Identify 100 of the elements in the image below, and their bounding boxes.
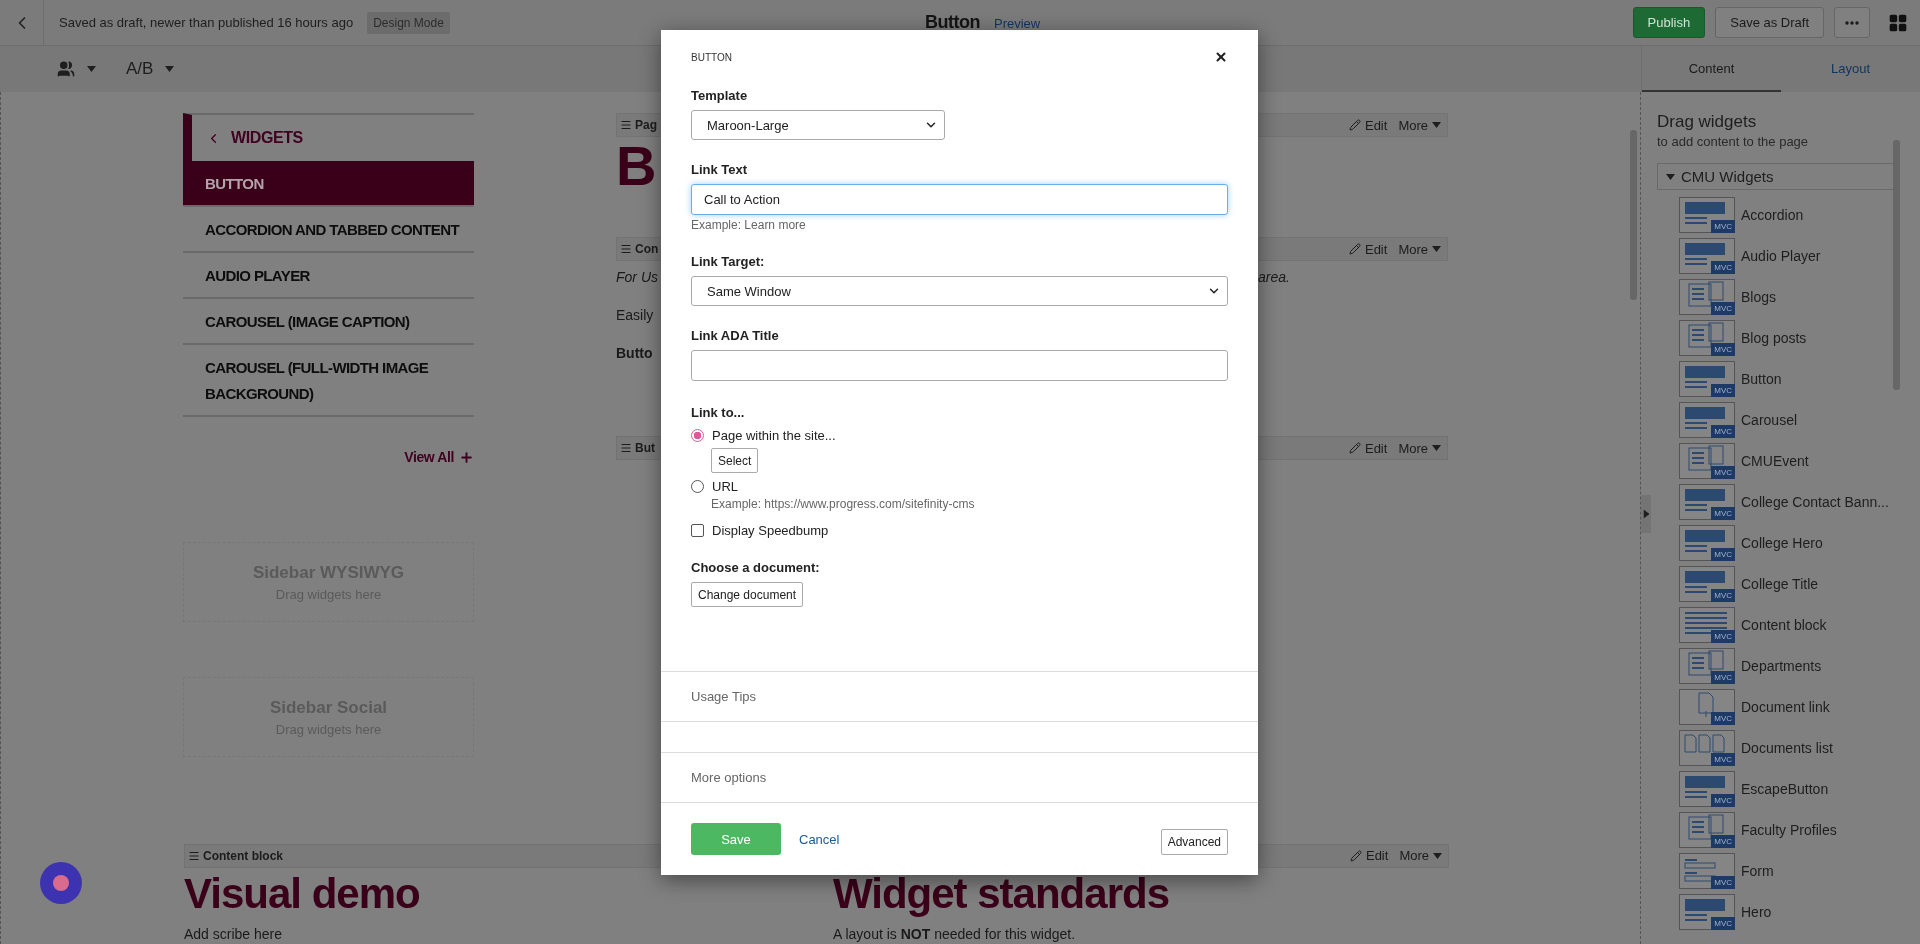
link-text-field[interactable]: Call to Action bbox=[691, 184, 1228, 215]
widget-item[interactable]: Faculty Profiles bbox=[1741, 821, 1837, 838]
save-button[interactable]: Save bbox=[691, 823, 781, 855]
advanced-button[interactable]: Advanced bbox=[1160, 829, 1228, 855]
field-label: Choose a document: bbox=[691, 560, 821, 575]
field-label: Link Target: bbox=[691, 254, 766, 269]
widget-item[interactable]: College Title bbox=[1741, 575, 1819, 592]
body-text: Add scribe here bbox=[184, 926, 283, 942]
collapse-handle[interactable] bbox=[1641, 495, 1651, 533]
publish-button[interactable]: Publish bbox=[1632, 7, 1706, 38]
collapsible-section[interactable]: More options bbox=[661, 752, 1258, 802]
radio-button[interactable] bbox=[691, 429, 704, 442]
nav-item[interactable]: AUDIO PLAYER bbox=[183, 253, 474, 299]
nav-item[interactable]: CAROUSEL (IMAGE CAPTION) bbox=[183, 299, 474, 345]
widget-title: Content block bbox=[203, 848, 283, 863]
pencil-icon bbox=[1348, 442, 1361, 454]
drag-handle-icon[interactable] bbox=[188, 849, 200, 862]
radio-button[interactable] bbox=[691, 480, 704, 493]
widget-item[interactable]: Document link bbox=[1741, 698, 1830, 715]
panel-tab[interactable]: Layout bbox=[1781, 46, 1920, 92]
users-icon bbox=[57, 60, 75, 78]
drag-handle-icon[interactable] bbox=[620, 442, 632, 454]
field-label: Template bbox=[691, 88, 749, 103]
more-button[interactable]: More bbox=[1398, 117, 1441, 133]
more-button[interactable]: More bbox=[1399, 848, 1442, 864]
dialog-title: BUTTON bbox=[691, 51, 732, 63]
panel-tab[interactable]: Content bbox=[1642, 46, 1781, 92]
checkbox[interactable] bbox=[691, 524, 704, 537]
more-icon bbox=[1845, 20, 1859, 25]
nav-item[interactable]: BUTTON bbox=[183, 161, 474, 207]
more-button[interactable] bbox=[1834, 7, 1870, 38]
field-label: Link ADA Title bbox=[691, 328, 780, 343]
view-all-link[interactable]: View All bbox=[404, 449, 474, 465]
edit-button[interactable]: Edit bbox=[1349, 848, 1389, 864]
page-heading: B bbox=[616, 137, 656, 196]
edit-button[interactable]: Edit bbox=[1348, 117, 1388, 133]
intro-text: For Us bbox=[616, 269, 658, 285]
widget-item[interactable]: EscapeButton bbox=[1741, 780, 1829, 797]
section-heading: Widget standards bbox=[833, 871, 1169, 916]
widget-title: But bbox=[635, 441, 655, 455]
widget-item[interactable]: Button bbox=[1741, 370, 1782, 387]
save-draft-button[interactable]: Save as Draft bbox=[1715, 7, 1824, 38]
link-target-select[interactable]: Same Window bbox=[691, 276, 1228, 306]
widget-item[interactable]: College Hero bbox=[1741, 534, 1823, 551]
scrollbar-thumb[interactable] bbox=[1630, 130, 1637, 300]
chat-launcher-button[interactable] bbox=[40, 862, 82, 904]
ab-test-button[interactable]: A/B bbox=[126, 59, 175, 79]
field-hint: Example: https://www.progress.com/sitefinity-cms bbox=[711, 497, 976, 511]
widget-item[interactable]: Blogs bbox=[1741, 288, 1777, 305]
select-page-button[interactable]: Select bbox=[711, 448, 759, 473]
widget-item[interactable]: College Contact Bann... bbox=[1741, 493, 1889, 510]
edit-button[interactable]: Edit bbox=[1348, 440, 1388, 456]
close-icon bbox=[1214, 50, 1228, 64]
panel-title: Drag widgets bbox=[1657, 112, 1758, 132]
preview-link[interactable]: Preview bbox=[994, 16, 1041, 31]
drag-handle-icon[interactable] bbox=[620, 243, 632, 255]
widget-item[interactable]: Form bbox=[1741, 862, 1774, 879]
mode-badge: Design Mode bbox=[367, 11, 450, 34]
apps-button[interactable] bbox=[1888, 12, 1908, 33]
personas-button[interactable] bbox=[57, 60, 96, 78]
caret-icon bbox=[165, 66, 175, 72]
widget-item[interactable]: Audio Player bbox=[1741, 247, 1821, 264]
caret-icon bbox=[1432, 445, 1441, 451]
intro-text: area. bbox=[1258, 269, 1290, 285]
widget-item[interactable]: Blog posts bbox=[1741, 329, 1807, 346]
template-select[interactable]: Maroon-Large bbox=[691, 110, 945, 140]
ada-title-field[interactable] bbox=[691, 350, 1228, 381]
option-label: Page within the site... bbox=[712, 428, 836, 443]
option-label: URL bbox=[712, 479, 738, 494]
panel-subtitle: to add content to the page bbox=[1657, 134, 1810, 149]
more-button[interactable]: More bbox=[1398, 241, 1441, 257]
close-button[interactable] bbox=[1214, 50, 1228, 64]
cancel-link[interactable]: Cancel bbox=[799, 831, 840, 847]
scrollbar-thumb[interactable] bbox=[1893, 140, 1900, 390]
collapsible-section[interactable]: Usage Tips bbox=[661, 671, 1258, 721]
widget-item[interactable]: Documents list bbox=[1741, 739, 1833, 756]
widget-item[interactable]: Hero bbox=[1741, 903, 1772, 920]
widget-item[interactable]: Carousel bbox=[1741, 411, 1798, 428]
pencil-icon bbox=[1349, 849, 1362, 862]
pencil-icon bbox=[1348, 119, 1361, 131]
widget-item[interactable]: CMUEvent bbox=[1741, 452, 1809, 469]
caret-icon bbox=[1432, 122, 1441, 128]
field-label: Link Text bbox=[691, 162, 749, 177]
widget-item[interactable]: Accordion bbox=[1741, 206, 1804, 223]
widget-item[interactable]: Content block bbox=[1741, 616, 1827, 633]
body-text: A layout is NOT needed for this widget. bbox=[833, 926, 1076, 942]
caret-icon bbox=[1643, 509, 1649, 519]
edit-button[interactable]: Edit bbox=[1348, 241, 1388, 257]
option-label: Display Speedbump bbox=[712, 523, 829, 538]
nav-item[interactable]: ACCORDION AND TABBED CONTENT bbox=[183, 207, 474, 253]
body-text: Butto bbox=[616, 345, 653, 361]
drag-handle-icon[interactable] bbox=[620, 119, 632, 131]
nav-item[interactable]: CAROUSEL (FULL-WIDTH IMAGE BACKGROUND) bbox=[183, 345, 474, 417]
pencil-icon bbox=[1348, 243, 1361, 255]
caret-icon bbox=[1432, 246, 1441, 252]
widget-item[interactable]: Departments bbox=[1741, 657, 1822, 674]
more-button[interactable]: More bbox=[1398, 440, 1441, 456]
save-status: Saved as draft, newer than published 16 hours ago bbox=[59, 15, 354, 30]
change-document-button[interactable]: Change document bbox=[691, 582, 804, 607]
caret-icon bbox=[1433, 852, 1442, 859]
